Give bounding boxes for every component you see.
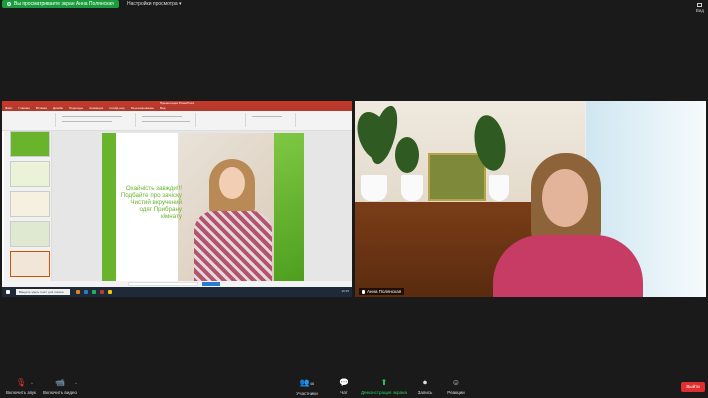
taskbar-app-icon [76, 290, 80, 294]
reactions-icon: ☺ [451, 378, 461, 387]
grid-view-icon [697, 3, 703, 7]
slide-text: Охайність завжди!!! Подбайте про зачіску… [120, 185, 182, 220]
participant-video[interactable]: Анна Полянская [355, 101, 706, 297]
participant-name: Анна Полянская [367, 289, 402, 294]
participants-count: 46 [309, 381, 315, 386]
chevron-down-icon: ▾ [179, 1, 182, 7]
view-button[interactable]: Вид [696, 3, 704, 13]
reactions-label: Реакции [447, 390, 465, 395]
shared-screen[interactable]: Презентация PowerPoint Файл Главная Вста… [2, 101, 352, 297]
chat-label: Чат [340, 390, 348, 395]
slide-canvas: Охайність завжди!!! Подбайте про зачіску… [52, 131, 352, 285]
windows-taskbar: Введите здесь текст для поиска 10:15 [2, 287, 352, 297]
share-banner-label: Вы просматриваете экран Анна Полянская [14, 1, 114, 7]
slide-thumbnails [4, 131, 52, 281]
share-screen-button[interactable]: ⬆ Демонстрация экрана [360, 378, 408, 395]
chat-button[interactable]: 💬 Чат [334, 378, 354, 395]
share-screen-icon: ⬆ [380, 378, 388, 387]
taskbar-search: Введите здесь текст для поиска [16, 289, 70, 295]
video-button[interactable]: 📹 Включить видео [42, 378, 78, 395]
share-status-icon [7, 2, 11, 6]
view-button-label: Вид [695, 8, 704, 13]
slide-thumbnail[interactable] [10, 221, 50, 247]
participants-label: Участники [296, 391, 318, 396]
slide-thumbnail-active[interactable] [10, 251, 50, 277]
leave-meeting-button[interactable]: Выйти [681, 382, 705, 392]
share-screen-label: Демонстрация экрана [361, 390, 407, 395]
ppt-ribbon [2, 111, 352, 131]
taskbar-app-icon [100, 290, 104, 294]
reactions-button[interactable]: ☺ Реакции [444, 378, 468, 395]
slide-thumbnail[interactable] [10, 131, 50, 157]
video-label: Включить видео [43, 390, 77, 395]
audio-options-caret[interactable]: ^ [31, 381, 33, 386]
camera-box [428, 153, 486, 201]
meeting-toolbar: 🎙 Включить звук ^ 📹 Включить видео ^ 👥46… [0, 376, 708, 398]
video-off-icon: 📹 [55, 378, 65, 387]
chat-icon: 💬 [339, 378, 349, 387]
video-options-caret[interactable]: ^ [75, 381, 77, 386]
mute-label: Включить звук [5, 390, 36, 395]
record-label: Запись [417, 390, 433, 395]
taskbar-app-icon [108, 290, 112, 294]
taskbar-app-icon [92, 290, 96, 294]
participant-person [485, 153, 645, 297]
windows-start-icon [6, 290, 10, 294]
participants-icon: 👥46 [299, 378, 315, 387]
microphone-icon [362, 289, 365, 294]
current-slide: Охайність завжди!!! Подбайте про зачіску… [102, 133, 304, 283]
view-options-menu[interactable]: Настройки просмотра ▾ [127, 1, 182, 7]
view-options-label: Настройки просмотра [127, 1, 178, 7]
participants-button[interactable]: 👥46 Участники [292, 378, 322, 396]
slide-thumbnail[interactable] [10, 161, 50, 187]
record-icon: ⏺ [423, 378, 427, 387]
taskbar-app-icon [84, 290, 88, 294]
record-button[interactable]: ⏺ Запись [414, 378, 436, 395]
slide-thumbnail[interactable] [10, 191, 50, 217]
taskbar-clock: 10:15 [341, 289, 349, 293]
participant-name-tag: Анна Полянская [359, 288, 405, 295]
screen-share-banner[interactable]: Вы просматриваете экран Анна Полянская [2, 0, 119, 8]
